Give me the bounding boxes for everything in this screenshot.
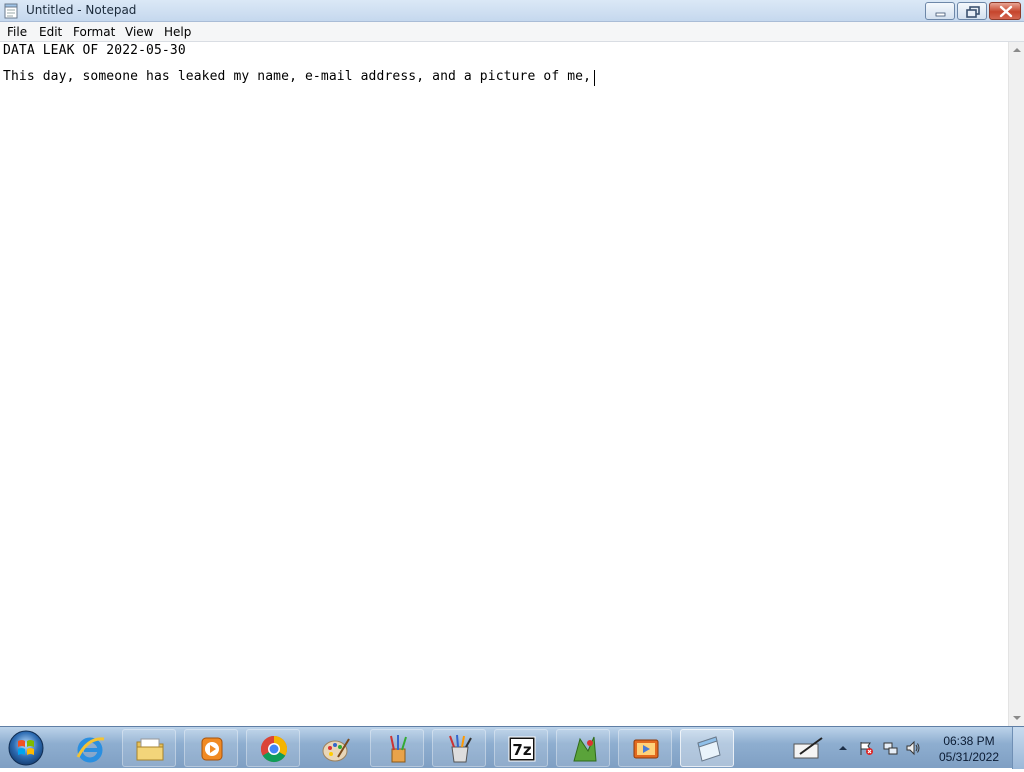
close-button[interactable] (989, 2, 1021, 20)
svg-text:7z: 7z (512, 741, 531, 759)
document-line-1: DATA LEAK OF 2022-05-30 (3, 43, 186, 58)
clock-time: 06:38 PM (943, 734, 995, 748)
windows-start-icon (8, 730, 44, 766)
taskbar-clock[interactable]: 06:38 PM 05/31/2022 (932, 733, 1006, 765)
paint-palette-icon (322, 738, 350, 762)
green-app-icon (573, 736, 597, 762)
restore-icon (966, 6, 980, 18)
minimize-icon (935, 12, 946, 17)
minimize-button[interactable] (925, 2, 955, 20)
taskbar-paint-bucket-app[interactable] (432, 729, 486, 767)
internet-explorer-icon (76, 737, 105, 763)
notepad-icon (4, 3, 18, 19)
menu-file[interactable]: File (7, 25, 27, 39)
taskbar-media-player[interactable] (184, 729, 238, 767)
paint-bucket-app-icon (449, 734, 472, 763)
clock-date: 05/31/2022 (938, 750, 1000, 764)
taskbar: 7z 06:38 PM 05/31/2022 (0, 726, 1024, 769)
media-player-icon (201, 737, 223, 761)
show-hidden-icons-chevron[interactable] (835, 740, 851, 756)
taskbar-file-explorer[interactable] (122, 729, 176, 767)
taskbar-brushes-app[interactable] (370, 729, 424, 767)
show-desktop-button[interactable] (1012, 727, 1024, 769)
menu-view[interactable]: View (125, 25, 153, 39)
restore-button[interactable] (957, 2, 987, 20)
pen-tablet-icon[interactable] (792, 736, 826, 760)
start-button[interactable] (4, 728, 48, 768)
scroll-up-arrow-icon[interactable] (1009, 42, 1024, 58)
document-line-2: This day, someone has leaked my name, e-… (3, 69, 592, 84)
action-center-flag-icon[interactable] (858, 740, 874, 756)
taskbar-chrome[interactable] (246, 729, 300, 767)
menu-bar: File Edit Format View Help (0, 22, 1024, 42)
taskbar-internet-explorer[interactable] (62, 729, 116, 767)
taskbar-paint-palette[interactable] (308, 729, 362, 767)
volume-icon[interactable] (905, 740, 921, 756)
menu-format[interactable]: Format (73, 25, 115, 39)
vertical-scrollbar[interactable] (1008, 42, 1024, 726)
text-editor[interactable]: DATA LEAK OF 2022-05-30 This day, someon… (0, 42, 1008, 726)
menu-edit[interactable]: Edit (39, 25, 62, 39)
text-caret (594, 70, 595, 86)
window-title: Untitled - Notepad (26, 3, 137, 17)
video-app-icon (633, 739, 659, 759)
network-icon[interactable] (882, 740, 898, 756)
file-explorer-icon (136, 738, 164, 761)
notepad-taskbar-icon (697, 736, 721, 762)
brushes-app-icon (390, 735, 407, 763)
close-icon (999, 5, 1013, 18)
scroll-down-arrow-icon[interactable] (1009, 710, 1024, 726)
taskbar-7zip[interactable]: 7z (494, 729, 548, 767)
chrome-icon (260, 735, 288, 763)
7zip-icon: 7z (508, 736, 536, 762)
menu-help[interactable]: Help (164, 25, 191, 39)
taskbar-green-app[interactable] (556, 729, 610, 767)
title-bar[interactable]: Untitled - Notepad (0, 0, 1024, 22)
taskbar-video-app[interactable] (618, 729, 672, 767)
taskbar-notepad[interactable] (680, 729, 734, 767)
